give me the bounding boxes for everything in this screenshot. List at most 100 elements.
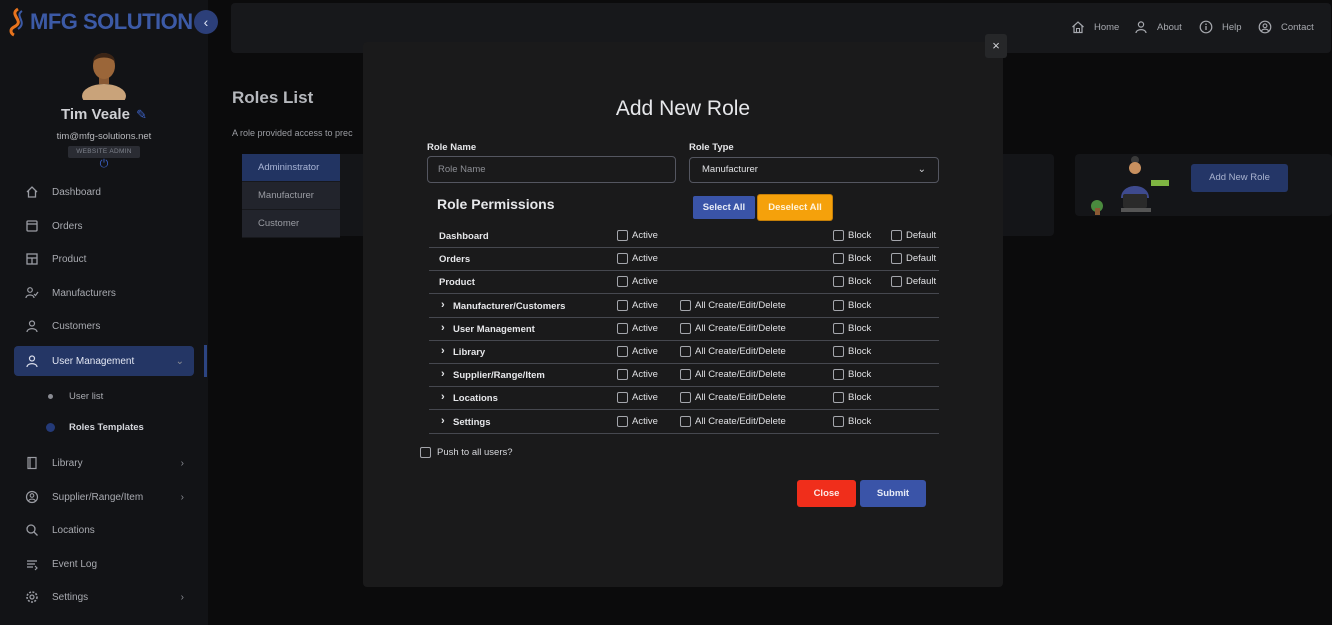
crud-checkbox[interactable]: All Create/Edit/Delete [680, 346, 786, 357]
topnav-contact[interactable]: Contact [1258, 20, 1314, 34]
topnav-help[interactable]: Help [1199, 20, 1242, 34]
checkbox[interactable] [833, 230, 844, 241]
chevron-right-icon[interactable]: › [441, 391, 445, 403]
block-checkbox[interactable]: Block [833, 230, 871, 241]
checkbox[interactable] [680, 369, 691, 381]
active-checkbox[interactable]: Active [617, 253, 658, 265]
checkbox[interactable] [617, 230, 628, 241]
permission-row: › Supplier/Range/Item Active All Create/Edi… [429, 364, 939, 388]
block-checkbox[interactable]: Block [833, 346, 871, 357]
checkbox[interactable] [617, 322, 628, 334]
checkbox[interactable] [680, 346, 691, 357]
crud-checkbox[interactable]: All Create/Edit/Delete [680, 322, 786, 334]
checkbox[interactable] [833, 392, 844, 404]
active-checkbox[interactable]: Active [617, 415, 658, 427]
role-type-select[interactable]: Manufacturer ⌄ [689, 157, 939, 183]
active-checkbox[interactable]: Active [617, 392, 658, 404]
checkbox[interactable] [617, 299, 628, 311]
crud-checkbox[interactable]: All Create/Edit/Delete [680, 369, 786, 381]
logo[interactable]: MFG SOLUTION [4, 6, 193, 38]
default-checkbox[interactable]: Default [891, 276, 936, 288]
block-checkbox[interactable]: Block [833, 369, 871, 381]
topnav-about[interactable]: About [1134, 20, 1182, 34]
active-checkbox[interactable]: Active [617, 299, 658, 311]
checkbox[interactable] [833, 299, 844, 311]
crud-checkbox[interactable]: All Create/Edit/Delete [680, 299, 786, 311]
checkbox[interactable] [833, 346, 844, 357]
checkbox[interactable] [680, 415, 691, 427]
role-tab-manufacturer[interactable]: Manufacturer [242, 182, 340, 210]
deselect-all-button[interactable]: Deselect All [758, 195, 832, 220]
sidebar-item-product[interactable]: Product [14, 245, 194, 273]
chevron-right-icon[interactable]: › [441, 322, 445, 334]
checkbox[interactable] [680, 299, 691, 311]
role-tab-administrator[interactable]: Admininstrator [242, 154, 340, 182]
sidebar-collapse-button[interactable]: ‹ [194, 10, 218, 34]
sidebar-item-customers[interactable]: Customers [14, 312, 194, 340]
crud-checkbox[interactable]: All Create/Edit/Delete [680, 392, 786, 404]
push-to-all-users[interactable]: Push to all users? [420, 447, 513, 458]
chevron-right-icon[interactable]: › [441, 345, 445, 357]
checkbox[interactable] [891, 276, 902, 288]
block-checkbox[interactable]: Block [833, 299, 871, 311]
checkbox[interactable] [617, 346, 628, 357]
checkbox[interactable] [891, 253, 902, 265]
active-checkbox[interactable]: Active [617, 230, 658, 241]
block-checkbox[interactable]: Block [833, 253, 871, 265]
pencil-icon[interactable]: ✎ [136, 107, 147, 122]
block-checkbox[interactable]: Block [833, 322, 871, 334]
permission-name: Locations [453, 393, 498, 405]
search-icon [24, 522, 40, 538]
topnav-home[interactable]: Home [1071, 20, 1119, 34]
checkbox[interactable] [617, 253, 628, 265]
sidebar-item-manufacturers[interactable]: Manufacturers [14, 279, 194, 307]
active-indicator [204, 345, 207, 377]
checkbox[interactable] [617, 415, 628, 427]
active-checkbox[interactable]: Active [617, 276, 658, 288]
sidebar-subitem-user-list[interactable]: User list [46, 391, 103, 402]
checkbox[interactable] [680, 392, 691, 404]
active-checkbox[interactable]: Active [617, 322, 658, 334]
sidebar-item-label: Settings [52, 591, 89, 603]
checkbox[interactable] [891, 230, 902, 241]
default-checkbox[interactable]: Default [891, 230, 936, 241]
chevron-right-icon[interactable]: › [441, 415, 445, 427]
sidebar-item-user-management[interactable]: User Management ⌄ [14, 346, 194, 376]
sidebar-item-label: Product [52, 253, 87, 265]
checkbox[interactable] [680, 322, 691, 334]
checkbox[interactable] [833, 415, 844, 427]
checkbox[interactable] [833, 322, 844, 334]
block-checkbox[interactable]: Block [833, 276, 871, 288]
push-checkbox[interactable] [420, 447, 431, 458]
submit-button[interactable]: Submit [860, 480, 926, 507]
power-icon[interactable]: ⏻ [98, 158, 110, 170]
block-checkbox[interactable]: Block [833, 415, 871, 427]
select-all-button[interactable]: Select All [693, 196, 755, 219]
checkbox[interactable] [617, 369, 628, 381]
close-icon[interactable]: × [985, 34, 1007, 58]
sidebar-item-dashboard[interactable]: Dashboard [14, 178, 194, 206]
sidebar-item-orders[interactable]: Orders [14, 212, 194, 240]
checkbox[interactable] [833, 276, 844, 288]
chevron-right-icon[interactable]: › [441, 299, 445, 311]
sidebar-subitem-roles-templates[interactable]: Roles Templates [46, 422, 144, 433]
role-name-input[interactable] [427, 156, 676, 183]
block-checkbox[interactable]: Block [833, 392, 871, 404]
chevron-right-icon[interactable]: › [441, 368, 445, 380]
checkbox[interactable] [617, 276, 628, 288]
close-button[interactable]: Close [797, 480, 856, 507]
checkbox[interactable] [833, 369, 844, 381]
sidebar-item-supplier-range-item[interactable]: Supplier/Range/Item › [14, 483, 194, 511]
active-checkbox[interactable]: Active [617, 369, 658, 381]
checkbox[interactable] [833, 253, 844, 265]
active-checkbox[interactable]: Active [617, 346, 658, 357]
add-new-role-button[interactable]: Add New Role [1191, 164, 1288, 192]
sidebar-item-event-log[interactable]: Event Log [14, 550, 194, 578]
crud-checkbox[interactable]: All Create/Edit/Delete [680, 415, 786, 427]
sidebar-item-library[interactable]: Library › [14, 449, 194, 477]
default-checkbox[interactable]: Default [891, 253, 936, 265]
checkbox[interactable] [617, 392, 628, 404]
role-tab-customer[interactable]: Customer [242, 210, 340, 238]
sidebar-item-locations[interactable]: Locations [14, 516, 194, 544]
sidebar-item-settings[interactable]: Settings › [14, 583, 194, 611]
